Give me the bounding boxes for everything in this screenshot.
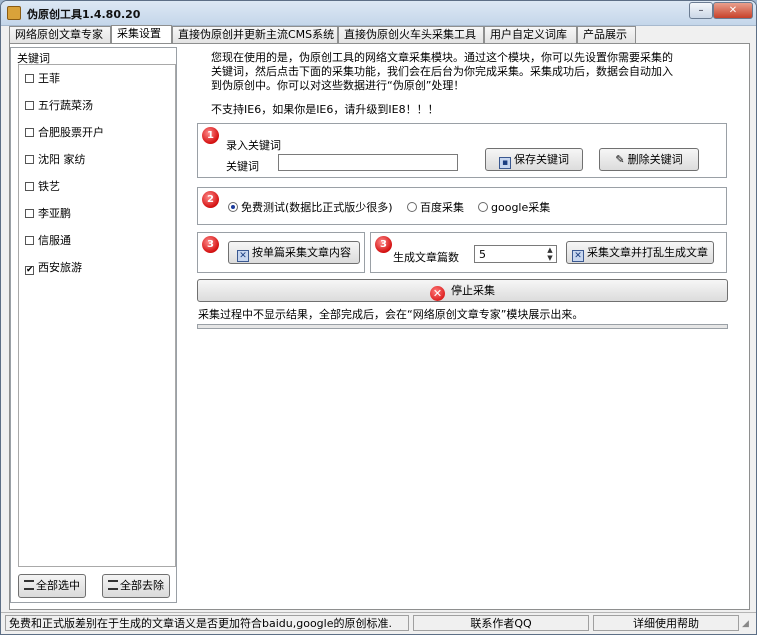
checkbox-icon[interactable]	[25, 101, 34, 110]
step-badge: 2	[202, 191, 219, 208]
status-message: 免费和正式版差别在于生成的文章语义是否更加符合baidu,google的原创标准…	[5, 615, 409, 631]
keyword-item[interactable]: 信服通	[25, 233, 71, 249]
step1-box: 1 录入关键词 关键词 ▪ 保存关键词 ✎ 删除关键词	[197, 123, 727, 178]
keyword-item[interactable]: 沈阳 家纺	[25, 152, 86, 168]
collect-icon: ✕	[572, 250, 584, 262]
remove-all-icon	[108, 580, 118, 590]
step3-batch-box: 3 生成文章篇数 5 ▲ ▼ ✕ 采集文章并打乱生成文章	[370, 232, 727, 273]
collect-info-text: 采集过程中不显示结果，全部完成后，会在“网络原创文章专家”模块展示出来。	[198, 308, 584, 321]
checkbox-icon[interactable]	[25, 155, 34, 164]
app-window: 伪原创工具1.4.80.20 – ✕ 网络原创文章专家 采集设置 直接伪原创并更…	[0, 0, 757, 635]
spin-up-icon[interactable]: ▲	[546, 247, 554, 254]
remove-all-button[interactable]: 全部去除	[102, 574, 170, 598]
step-badge: 3	[202, 236, 219, 253]
tab-collect-settings[interactable]: 采集设置	[111, 25, 172, 44]
delete-keyword-button[interactable]: ✎ 删除关键词	[599, 148, 699, 171]
step3-single-box: 3 ✕ 按单篇采集文章内容	[197, 232, 365, 273]
collect-icon: ✕	[237, 250, 249, 262]
keyword-input[interactable]	[278, 154, 458, 171]
save-keyword-button[interactable]: ▪ 保存关键词	[485, 148, 583, 171]
keyword-item[interactable]: 王菲	[25, 71, 60, 87]
status-bar: 免费和正式版差别在于生成的文章语义是否更加符合baidu,google的原创标准…	[1, 612, 756, 634]
checkbox-icon[interactable]	[25, 182, 34, 191]
checkbox-checked-icon[interactable]: ✔	[25, 266, 34, 275]
step2-box: 2 免费测试(数据比正式版少很多) 百度采集 google采集	[197, 187, 727, 225]
tab-custom-dictionary[interactable]: 用户自定义词库	[484, 26, 577, 43]
select-all-button[interactable]: 全部选中	[18, 574, 86, 598]
radio-icon[interactable]	[478, 202, 488, 212]
tab-products[interactable]: 产品展示	[577, 26, 636, 43]
resize-grip-icon[interactable]: ◢	[742, 619, 749, 629]
collect-single-button[interactable]: ✕ 按单篇采集文章内容	[228, 241, 360, 264]
keyword-field-label: 关键词	[226, 160, 259, 173]
save-icon: ▪	[499, 157, 511, 169]
browser-warning: 不支持IE6，如果你是IE6，请升级到IE8！！！	[211, 103, 439, 116]
step-badge: 3	[375, 236, 392, 253]
article-count-label: 生成文章篇数	[393, 251, 459, 264]
radio-icon[interactable]	[407, 202, 417, 212]
stop-collect-button[interactable]: ✕ 停止采集	[197, 279, 728, 302]
close-button[interactable]: ✕	[713, 2, 753, 19]
eraser-icon: ✎	[615, 153, 625, 166]
collect-shuffle-button[interactable]: ✕ 采集文章并打乱生成文章	[566, 241, 714, 264]
window-title: 伪原创工具1.4.80.20	[27, 8, 141, 21]
contact-author-link[interactable]: 联系作者QQ	[413, 615, 589, 631]
minimize-button[interactable]: –	[689, 2, 713, 19]
step-badge: 1	[202, 127, 219, 144]
help-link[interactable]: 详细使用帮助	[593, 615, 739, 631]
stop-icon: ✕	[430, 286, 445, 301]
keyword-item[interactable]: 李亚鹏	[25, 206, 71, 222]
checkbox-icon[interactable]	[25, 74, 34, 83]
step1-heading: 录入关键词	[226, 139, 281, 152]
radio-free-test[interactable]: 免费测试(数据比正式版少很多)	[228, 199, 393, 215]
keyword-item[interactable]: 五行蔬菜汤	[25, 98, 93, 114]
keyword-item[interactable]: 合肥股票开户	[25, 125, 104, 141]
checkbox-icon[interactable]	[25, 236, 34, 245]
radio-google[interactable]: google采集	[478, 199, 550, 215]
keyword-panel: 关键词 王菲 五行蔬菜汤 合肥股票开户 沈阳 家纺 铁艺 李亚鹏 信服通 ✔ 西安…	[10, 47, 177, 603]
checkbox-icon[interactable]	[25, 128, 34, 137]
collect-progress-bar	[197, 324, 728, 329]
radio-baidu[interactable]: 百度采集	[407, 199, 464, 215]
module-description: 您现在使用的是，伪原创工具的网络文章采集模块。通过这个模块，你可以先设置你需要采…	[211, 51, 673, 92]
keyword-list[interactable]: 王菲 五行蔬菜汤 合肥股票开户 沈阳 家纺 铁艺 李亚鹏 信服通 ✔ 西安旅游	[18, 64, 176, 567]
tab-locomotive-tool[interactable]: 直接伪原创火车头采集工具	[338, 26, 484, 43]
keyword-item[interactable]: 铁艺	[25, 179, 60, 195]
keyword-item[interactable]: ✔ 西安旅游	[25, 260, 82, 276]
tab-cms-update[interactable]: 直接伪原创并更新主流CMS系统	[172, 26, 338, 43]
checkbox-icon[interactable]	[25, 209, 34, 218]
article-count-stepper[interactable]: 5 ▲ ▼	[474, 245, 557, 263]
radio-selected-icon[interactable]	[228, 202, 238, 212]
title-bar: 伪原创工具1.4.80.20 – ✕	[1, 1, 756, 26]
spin-down-icon[interactable]: ▼	[546, 255, 554, 262]
app-icon	[7, 6, 21, 20]
select-all-icon	[24, 580, 34, 590]
tab-article-expert[interactable]: 网络原创文章专家	[9, 26, 111, 43]
